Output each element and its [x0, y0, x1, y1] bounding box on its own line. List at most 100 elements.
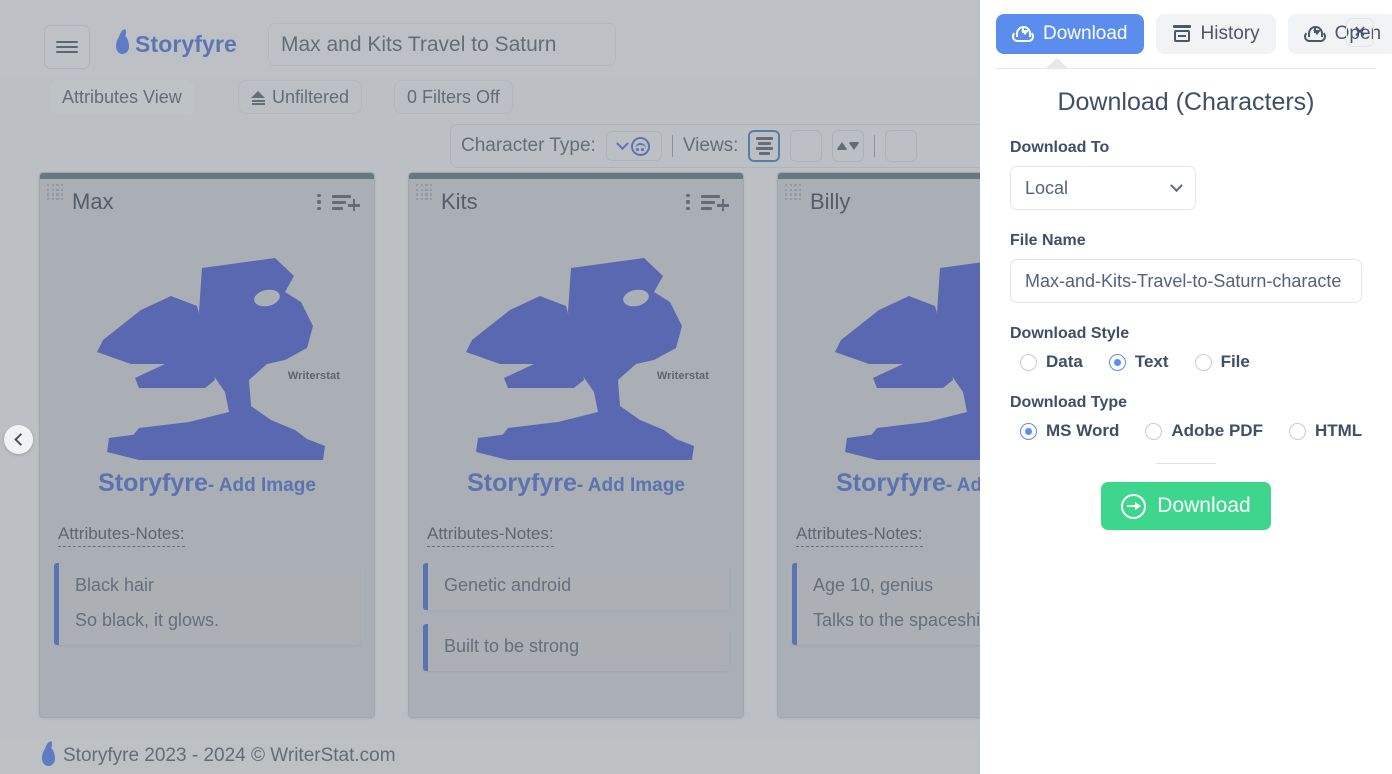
file-name-input[interactable]: Max-and-Kits-Travel-to-Saturn-characte [1010, 259, 1362, 303]
toolbar-divider [874, 135, 875, 157]
radio-style-data[interactable]: Data [1020, 352, 1083, 372]
character-type-label: Character Type: [461, 135, 596, 157]
arrow-right-circle-icon [1121, 494, 1146, 519]
brand-logo[interactable]: Storyfyre [116, 31, 237, 58]
view-button-list[interactable] [748, 130, 780, 162]
chevron-left-icon [14, 433, 27, 446]
view-button-extra[interactable] [885, 130, 917, 162]
download-type-radio-group: MS Word Adobe PDF HTML [1010, 421, 1362, 441]
panel-title: Download (Characters) [1010, 88, 1362, 117]
character-card[interactable]: Kits Writerstat Storyfyre- Add Image [408, 172, 744, 718]
collapse-icon [849, 143, 859, 150]
filter-status-label: Unfiltered [272, 87, 349, 108]
list-view-icon [758, 142, 771, 145]
note-line: Genetic android [444, 575, 715, 596]
hamburger-icon [56, 51, 78, 53]
radio-style-file[interactable]: File [1195, 352, 1250, 372]
project-title-text: Max and Kits Travel to Saturn [281, 33, 556, 57]
flame-icon [116, 35, 129, 54]
cloud-download-icon [1012, 26, 1034, 42]
tab-open[interactable]: Open [1288, 14, 1392, 54]
radio-button[interactable] [1020, 354, 1037, 371]
tab-history-label: History [1201, 23, 1260, 45]
drag-handle-icon[interactable] [416, 184, 435, 203]
toolbar-divider [672, 135, 673, 157]
project-title-input[interactable]: Max and Kits Travel to Saturn [268, 23, 616, 66]
attributes-notes-label[interactable]: Attributes-Notes: [58, 524, 185, 547]
filter-status-chip[interactable]: Unfiltered [238, 80, 362, 114]
card-header: Max [40, 179, 374, 225]
brand-name: Storyfyre [135, 31, 237, 58]
card-image-placeholder[interactable]: Writerstat [409, 225, 743, 487]
previous-page-button[interactable] [4, 425, 33, 454]
note-block[interactable]: Black hair So black, it glows. [54, 563, 360, 645]
filters-count-chip[interactable]: 0 Filters Off [394, 80, 513, 114]
download-to-label: Download To [1010, 139, 1362, 157]
footer-copyright: Storyfyre 2023 - 2024 © WriterStat.com [63, 745, 396, 767]
radio-type-ms-word[interactable]: MS Word [1020, 421, 1119, 441]
card-menu-icon[interactable] [679, 191, 697, 213]
character-card[interactable]: Max Writerstat Storyfyre- Add Image [39, 172, 375, 718]
file-name-label: File Name [1010, 232, 1362, 250]
download-submit-button[interactable]: Download [1101, 482, 1271, 530]
radio-label: HTML [1315, 421, 1362, 441]
radio-button[interactable] [1109, 354, 1126, 371]
card-menu-icon[interactable] [310, 191, 328, 213]
add-to-list-icon[interactable] [332, 191, 360, 213]
radio-label: File [1221, 352, 1250, 372]
drag-handle-icon[interactable] [47, 184, 66, 203]
tab-download[interactable]: Download [996, 14, 1144, 54]
radio-type-html[interactable]: HTML [1289, 421, 1362, 441]
download-to-value: Local [1025, 178, 1068, 199]
close-panel-button[interactable]: ✕ [1346, 18, 1374, 47]
storyfyre-dragon-logo [79, 240, 335, 472]
radio-label: Text [1135, 352, 1169, 372]
file-name-value: Max-and-Kits-Travel-to-Saturn-characte [1025, 271, 1341, 292]
view-mode-label: Attributes View [62, 87, 182, 108]
view-mode-chip[interactable]: Attributes View [50, 80, 194, 114]
panel-tab-bar: Download History Open ✕ [980, 0, 1392, 62]
character-type-select[interactable] [606, 131, 662, 161]
modal-backdrop-edge [966, 0, 980, 774]
attributes-notes-label[interactable]: Attributes-Notes: [796, 524, 923, 547]
list-view-icon [756, 147, 773, 150]
note-block[interactable]: Genetic android [423, 563, 729, 610]
logo-watermark: Writerstat [657, 370, 709, 382]
add-to-list-icon[interactable] [701, 191, 729, 213]
view-toolbar: Character Type: Views: [450, 124, 1010, 168]
tab-history[interactable]: History [1156, 14, 1276, 54]
storyfyre-dragon-logo [448, 240, 704, 472]
flame-icon [42, 747, 55, 766]
views-label: Views: [683, 135, 739, 157]
collapse-icon [837, 142, 847, 149]
download-to-select[interactable]: Local [1010, 166, 1196, 210]
drag-handle-icon[interactable] [785, 184, 804, 203]
radio-button[interactable] [1145, 423, 1162, 440]
note-line: So black, it glows. [75, 610, 346, 631]
hamburger-menu-button[interactable] [44, 25, 90, 69]
note-block[interactable]: Built to be strong [423, 624, 729, 671]
notes-list: Genetic android Built to be strong [423, 563, 729, 671]
view-button-grid[interactable] [790, 130, 822, 162]
active-tab-caret [1046, 58, 1068, 68]
hamburger-icon [56, 41, 78, 43]
cloud-upload-icon [1304, 26, 1326, 42]
view-button-collapse[interactable] [832, 130, 864, 162]
card-image-placeholder[interactable]: Writerstat [40, 225, 374, 487]
note-line: Black hair [75, 575, 346, 596]
note-line: Built to be strong [444, 636, 715, 657]
card-title: Max [72, 189, 310, 215]
radio-type-adobe-pdf[interactable]: Adobe PDF [1145, 421, 1263, 441]
radio-button[interactable] [1020, 423, 1037, 440]
download-type-label: Download Type [1010, 394, 1362, 412]
radio-button[interactable] [1195, 354, 1212, 371]
chevron-down-icon [616, 137, 629, 150]
download-panel: Download History Open ✕ Download (Charac… [980, 0, 1392, 774]
hamburger-icon [56, 46, 78, 48]
radio-style-text[interactable]: Text [1109, 352, 1169, 372]
character-face-icon [631, 137, 650, 156]
radio-button[interactable] [1289, 423, 1306, 440]
archive-icon [1172, 25, 1192, 43]
attributes-notes-label[interactable]: Attributes-Notes: [427, 524, 554, 547]
download-form: Download (Characters) Download To Local … [980, 62, 1392, 530]
